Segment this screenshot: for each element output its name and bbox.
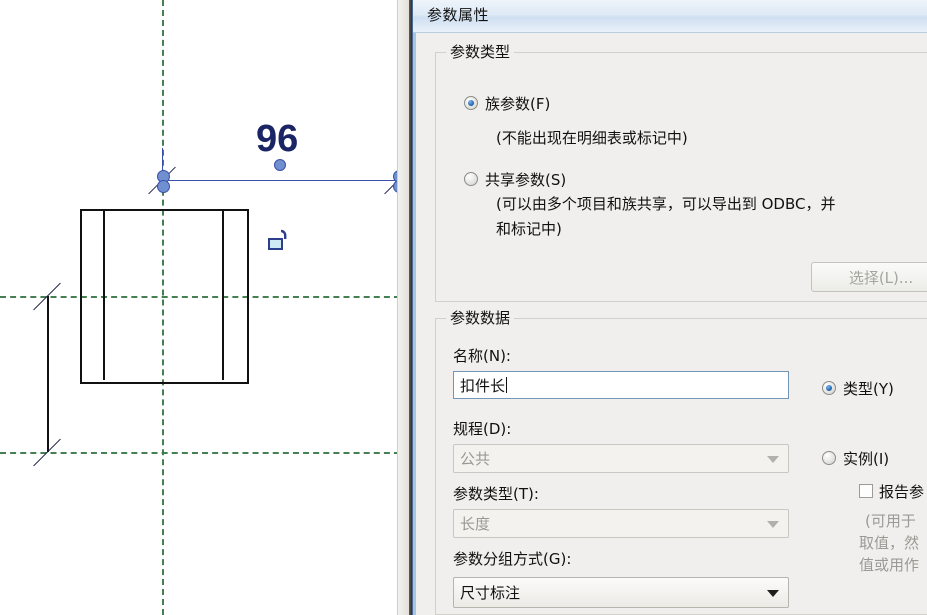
reference-plane-horizontal-lower[interactable]: [0, 452, 400, 454]
radio-type-label[interactable]: 类型(Y): [843, 378, 894, 399]
radio-family-parameter-label[interactable]: 族参数(F): [485, 93, 550, 114]
radio-instance[interactable]: [822, 451, 836, 465]
radio-family-parameter[interactable]: [464, 96, 478, 110]
discipline-select[interactable]: 公共: [453, 444, 789, 473]
dimension-value-96[interactable]: 96: [256, 118, 298, 161]
dimension-value-64[interactable]: 64: [0, 393, 2, 435]
dimension-line-64[interactable]: [47, 296, 49, 452]
chevron-down-icon: [767, 455, 779, 463]
geometry-inner-line-right[interactable]: [222, 209, 224, 380]
group-parameter-under-label: 参数分组方式(G):: [453, 550, 572, 568]
cad-drawing-canvas[interactable]: 96 64: [0, 0, 400, 615]
discipline-label: 规程(D):: [453, 420, 512, 438]
type-of-parameter-select[interactable]: 长度: [453, 509, 789, 538]
radio-shared-parameter[interactable]: [464, 172, 478, 186]
name-input[interactable]: 扣件长: [453, 371, 789, 399]
dimension-grip-left-lower[interactable]: [157, 180, 170, 193]
parameter-type-legend: 参数类型: [446, 41, 515, 62]
text-caret: [506, 377, 508, 393]
parameter-data-legend: 参数数据: [446, 307, 515, 328]
dialog-title: 参数属性: [427, 6, 490, 24]
name-field-label: 名称(N):: [453, 347, 511, 365]
report-parameter-label[interactable]: 报告参: [879, 481, 924, 502]
type-of-parameter-label: 参数类型(T):: [453, 485, 539, 503]
name-input-value: 扣件长: [460, 376, 506, 395]
parameter-properties-dialog: 参数属性 参数类型 族参数(F) (不能出现在明细表或标记中) 共享参数(S) …: [412, 0, 927, 615]
chevron-down-icon: [767, 520, 779, 528]
type-of-parameter-value: 长度: [460, 515, 491, 533]
group-parameter-under-select[interactable]: 尺寸标注: [453, 577, 789, 608]
discipline-value: 公共: [460, 450, 491, 468]
select-shared-parameter-button[interactable]: 选择(L)...: [811, 262, 927, 292]
radio-shared-parameter-label[interactable]: 共享参数(S): [485, 169, 566, 190]
report-parameter-checkbox[interactable]: [859, 484, 873, 498]
radio-type[interactable]: [822, 381, 836, 395]
geometry-inner-line-left[interactable]: [103, 209, 105, 380]
dimension-line-96[interactable]: [162, 180, 399, 181]
shared-parameter-hint-line1: (可以由多个项目和族共享，可以导出到 ODBC，并: [496, 195, 836, 213]
chevron-down-icon: [767, 589, 779, 597]
family-parameter-hint: (不能出现在明细表或标记中): [496, 129, 688, 147]
report-parameter-hint-line2: 取值，然: [859, 534, 920, 552]
report-parameter-hint-line1: (可用于: [865, 512, 916, 530]
dialog-titlebar[interactable]: 参数属性: [413, 0, 927, 33]
report-parameter-hint-line3: 值或用作: [859, 556, 920, 574]
group-parameter-under-value: 尺寸标注: [460, 584, 521, 602]
unlocked-padlock-icon[interactable]: [266, 228, 292, 254]
shared-parameter-hint-line2: 和标记中): [496, 220, 562, 238]
radio-instance-label[interactable]: 实例(I): [843, 448, 889, 469]
